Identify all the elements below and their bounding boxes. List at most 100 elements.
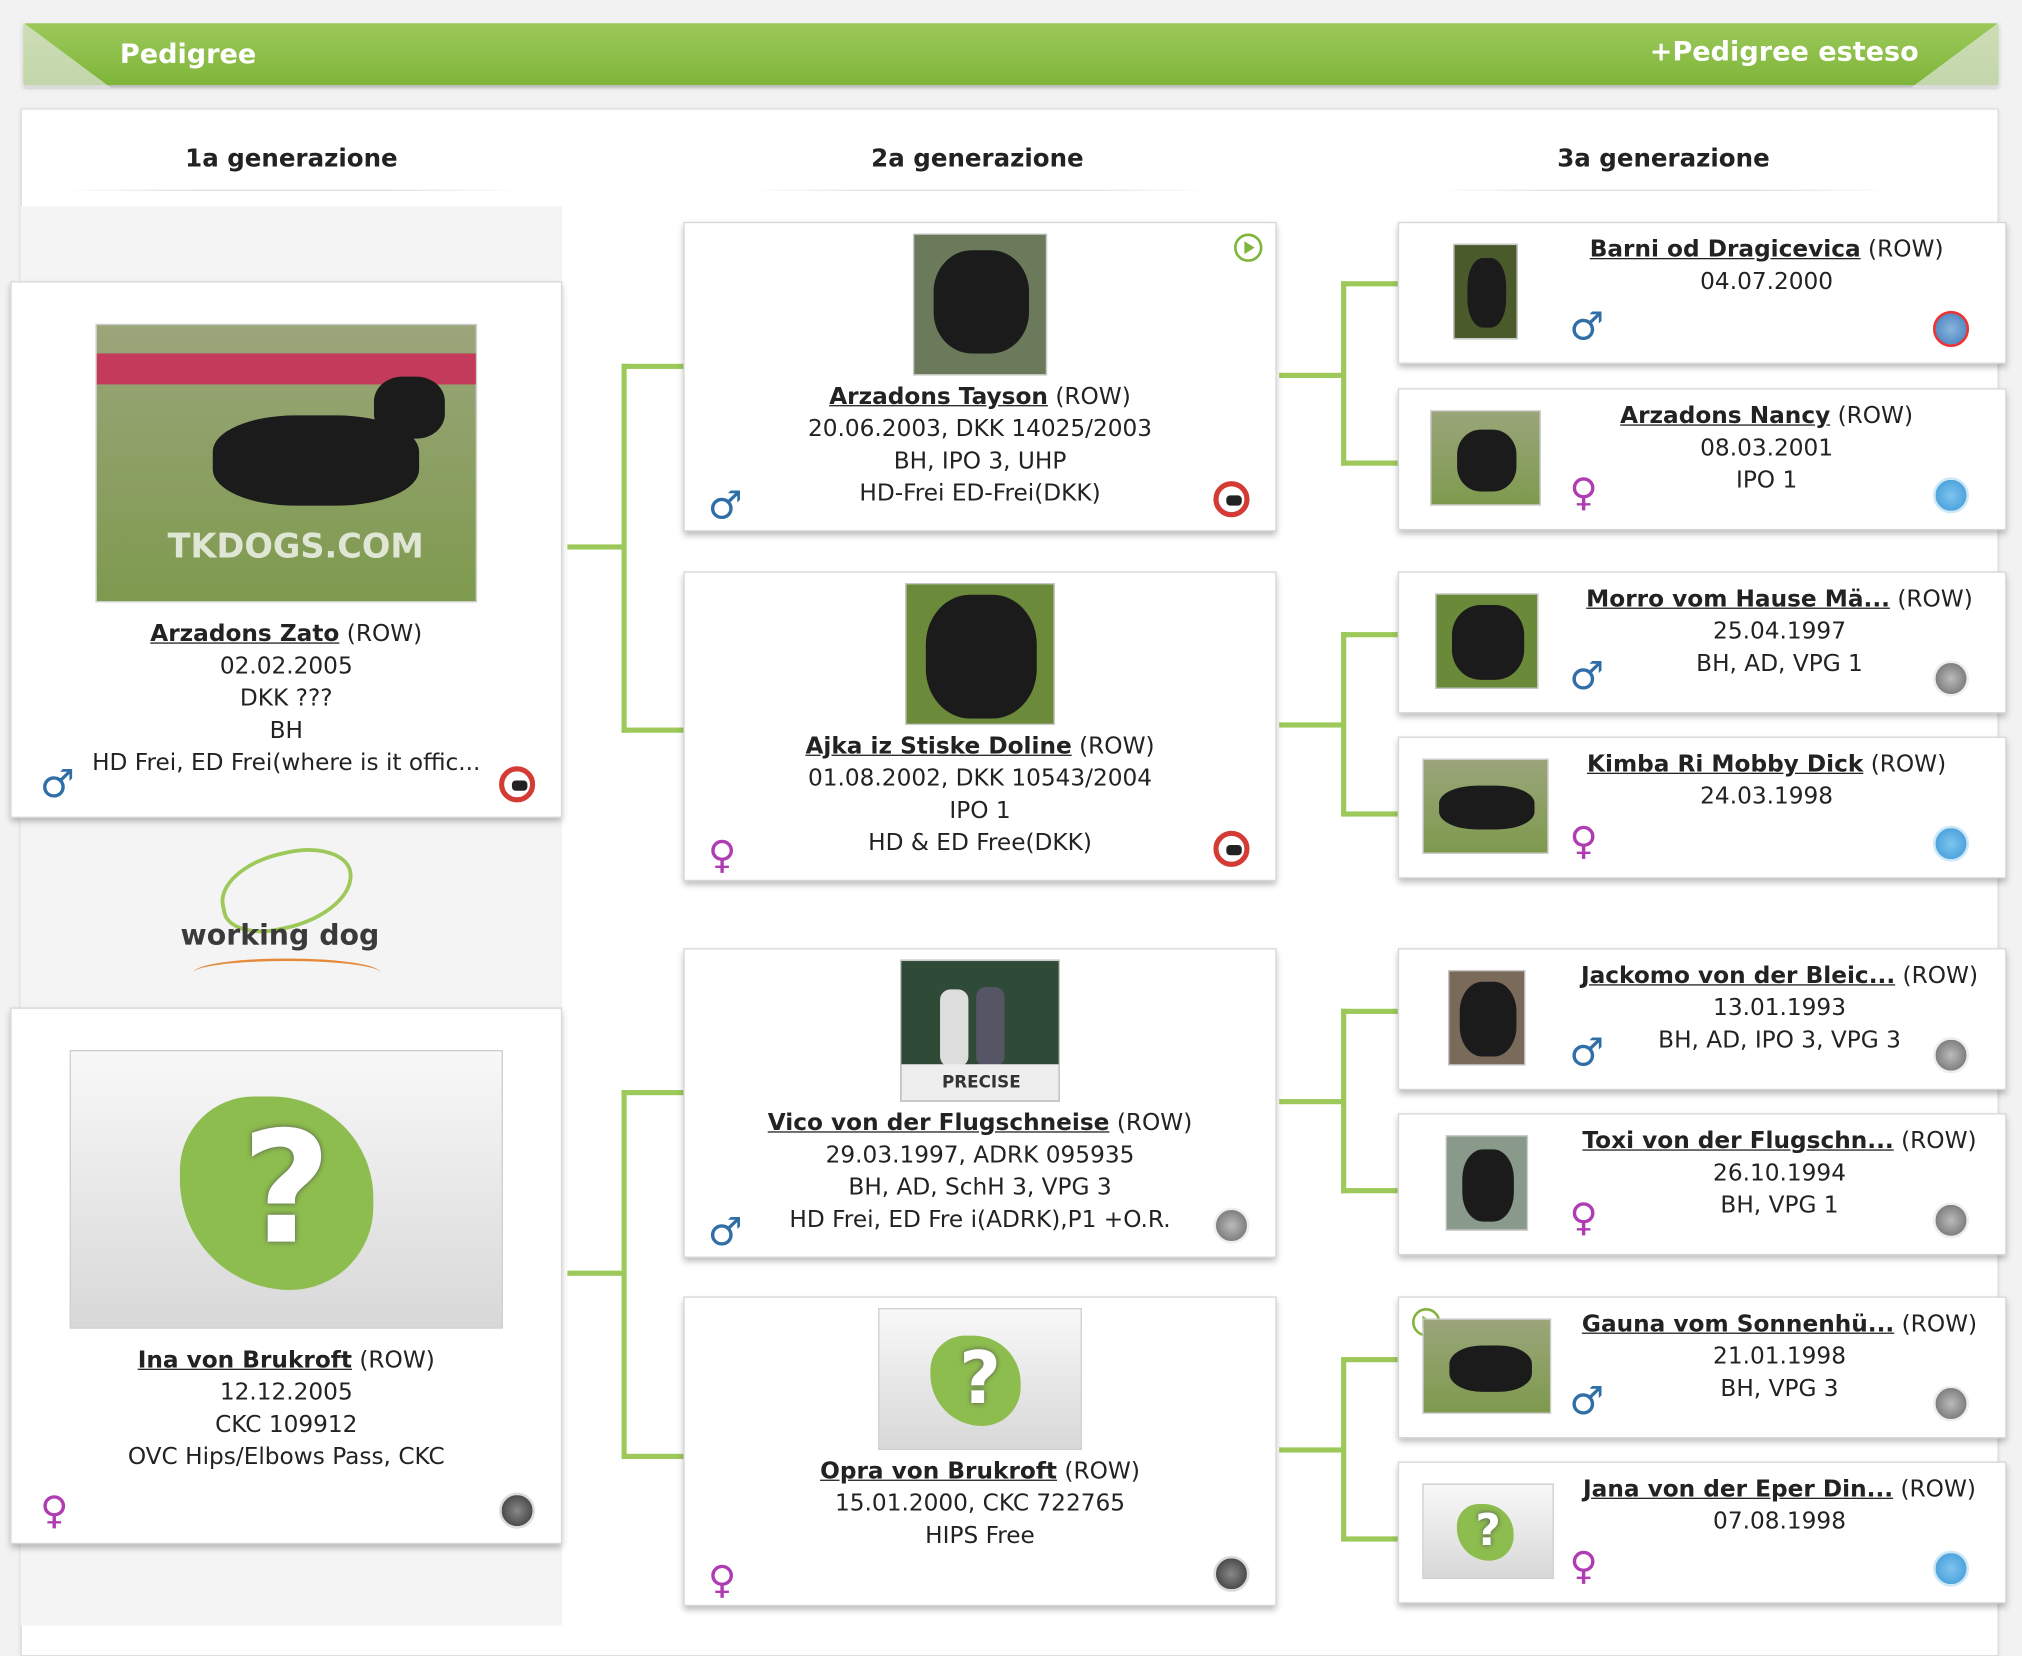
dkk-icon[interactable] [499, 766, 536, 803]
dog-name[interactable]: Opra von Brukroft [820, 1458, 1057, 1485]
dog-info: 04.07.2000 [1700, 268, 1834, 296]
connector [1279, 1447, 1344, 1453]
dog-name[interactable]: Toxi von der Flugschn... [1582, 1127, 1893, 1154]
handler-figure [976, 986, 1005, 1067]
dog-registry: (ROW) [1064, 1457, 1140, 1485]
dog-name[interactable]: Morro vom Hause Mä... [1586, 586, 1890, 613]
dog-name[interactable]: Arzadons Zato [150, 620, 339, 647]
unknown-dog-photo[interactable]: ? [1422, 1483, 1554, 1579]
dog-card-barni-od-dragicevica: Barni od Dragicevica (ROW) 04.07.2000 ♂ [1397, 221, 2007, 364]
ckc-icon[interactable] [499, 1492, 536, 1529]
dog-photo[interactable] [1448, 970, 1526, 1066]
dog-name[interactable]: Gauna vom Sonnenhü... [1582, 1311, 1894, 1338]
dog-registry: (ROW) [1055, 383, 1131, 411]
connector [1341, 1008, 1398, 1014]
female-icon: ♀ [1569, 1195, 1598, 1241]
fci-icon[interactable] [1932, 1550, 1970, 1587]
connector [1341, 460, 1398, 466]
dog-info: 24.03.1998 [1700, 783, 1834, 811]
male-icon: ♂ [1569, 654, 1605, 700]
dkk-icon[interactable] [1213, 830, 1250, 867]
video-play-icon[interactable] [1234, 233, 1263, 262]
adrk-icon[interactable] [1932, 1202, 1970, 1239]
dog-photo[interactable]: PRECISE [900, 959, 1060, 1102]
extended-pedigree-link[interactable]: +Pedigree esteso [1650, 36, 1919, 67]
dog-body [1467, 258, 1507, 328]
dog-info: IPO 1 [1735, 466, 1798, 495]
dog-photo[interactable]: TKDOGS.COM [95, 323, 478, 603]
dog-head [1459, 981, 1517, 1057]
logo-text: working dog [180, 919, 380, 953]
dog-info: BH, VPG 1 [1720, 1191, 1839, 1220]
dog-card-ajka-iz-stiske-doline: Ajka iz Stiske Doline (ROW) 01.08.2002, … [683, 571, 1277, 882]
pedigree-header: Pedigree +Pedigree esteso [20, 20, 2002, 88]
fci-icon[interactable] [1932, 477, 1970, 514]
connector [1341, 1008, 1347, 1194]
dog-info: 01.08.2002, DKK 10543/2004 [807, 764, 1153, 793]
dog-photo[interactable] [1435, 593, 1539, 689]
dog-photo[interactable] [905, 583, 1055, 725]
connector [567, 544, 625, 550]
dog-photo[interactable] [1453, 243, 1518, 340]
dog-head [925, 594, 1037, 719]
dog-card-jackomo-von-der-bleiche: Jackomo von der Bleic... (ROW) 13.01.1993… [1397, 948, 2007, 1091]
ckc-icon[interactable] [1213, 1555, 1250, 1592]
dog-card-arzadons-nancy: Arzadons Nancy (ROW) 08.03.2001 IPO 1 ♀ [1397, 388, 2007, 531]
dog-card-opra-von-brukroft: ? Opra von Brukroft (ROW) 15.01.2000, CK… [683, 1296, 1277, 1607]
dog-name[interactable]: Kimba Ri Mobby Dick [1587, 751, 1863, 778]
connector [1341, 1357, 1398, 1363]
dog-head [373, 376, 445, 439]
adrk-icon[interactable] [1932, 1037, 1970, 1074]
unknown-dog-photo[interactable]: ? [69, 1050, 503, 1329]
dog-info: 20.06.2003, DKK 14025/2003 [807, 415, 1153, 443]
female-icon: ♀ [1569, 1544, 1598, 1590]
dog-info: 26.10.1994 [1713, 1159, 1846, 1187]
dog-registry: (ROW) [1901, 1127, 1977, 1155]
dog-name[interactable]: Jackomo von der Bleic... [1581, 962, 1895, 989]
connector [1341, 281, 1398, 287]
dog-info: 08.03.2001 [1700, 434, 1834, 462]
dog-name[interactable]: Barni od Dragicevica [1590, 236, 1861, 263]
connector [1341, 811, 1398, 817]
dog-card-jana-von-der-eper-dinge: ? Jana von der Eper Din... (ROW) 07.08.19… [1397, 1461, 2007, 1604]
dog-card-arzadons-tayson: Arzadons Tayson (ROW) 20.06.2003, DKK 14… [683, 221, 1277, 532]
connector [1341, 281, 1347, 466]
dog-name[interactable]: Arzadons Tayson [829, 383, 1048, 410]
dog-name[interactable]: Arzadons Nancy [1620, 402, 1830, 429]
dog-info: 02.02.2005 [219, 652, 353, 680]
dog-info: BH, AD, SchH 3, VPG 3 [848, 1173, 1112, 1201]
dkk-icon[interactable] [1213, 481, 1250, 518]
unknown-dog-photo[interactable]: ? [878, 1308, 1082, 1450]
dog-registry: (ROW) [1116, 1109, 1193, 1137]
male-icon: ♂ [1569, 1030, 1605, 1076]
dog-info: BH, AD, VPG 1 [1696, 650, 1863, 678]
dog-name[interactable]: Ajka iz Stiske Doline [805, 733, 1071, 760]
adrk-icon[interactable] [1213, 1207, 1250, 1244]
dog-photo[interactable] [912, 233, 1048, 376]
dog-info: BH, VPG 3 [1720, 1375, 1839, 1403]
dog-info: 15.01.2000, CKC 722765 [835, 1489, 1126, 1518]
male-icon: ♂ [707, 1210, 743, 1256]
dog-info: 21.01.1998 [1713, 1342, 1846, 1370]
dog-info: HIPS Free [925, 1522, 1035, 1550]
fci-icon[interactable] [1932, 825, 1970, 862]
rss-icon[interactable] [1932, 310, 1970, 348]
connector [1341, 1357, 1347, 1542]
dog-photo[interactable] [1430, 410, 1541, 506]
connector [621, 727, 684, 733]
dog-registry: (ROW) [1837, 402, 1914, 430]
generation-3-heading: 3a generazione [1431, 144, 1896, 191]
adrk-icon[interactable] [1932, 660, 1970, 697]
dog-info: 07.08.1998 [1713, 1508, 1846, 1536]
dog-name[interactable]: Ina von Brukroft [138, 1347, 352, 1374]
dog-name[interactable]: Jana von der Eper Din... [1583, 1476, 1893, 1503]
dog-photo[interactable] [1445, 1135, 1529, 1231]
male-icon: ♂ [39, 762, 75, 808]
dog-photo[interactable] [1422, 758, 1549, 854]
logo-arc [193, 958, 381, 986]
dog-card-arzadons-zato: TKDOGS.COM Arzadons Zato (ROW) 02.02.200… [10, 281, 563, 818]
dog-photo[interactable] [1422, 1318, 1552, 1414]
dog-card-gauna-vom-sonnenhuegel: Gauna vom Sonnenhü... (ROW) 21.01.1998 BH,… [1397, 1296, 2007, 1439]
adrk-icon[interactable] [1932, 1385, 1970, 1422]
dog-name[interactable]: Vico von der Flugschneise [768, 1109, 1110, 1136]
